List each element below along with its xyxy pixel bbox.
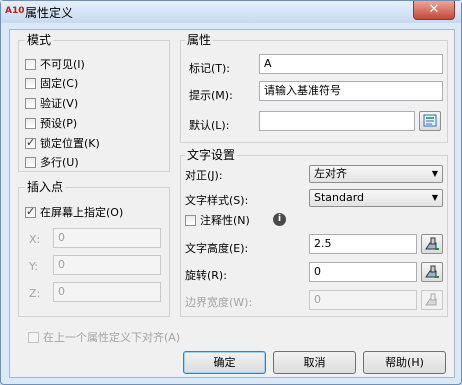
help-button[interactable]: 帮助(H)	[363, 351, 446, 374]
cancel-button[interactable]: 取消	[273, 351, 356, 374]
rotation-pick-button[interactable]	[421, 262, 443, 282]
prompt-label: 提示(M):	[189, 89, 233, 102]
y-input[interactable]: 0	[53, 255, 161, 275]
chevron-down-icon: ▼	[431, 193, 438, 202]
tag-label: 标记(T):	[189, 62, 231, 75]
preset-checkbox[interactable]	[25, 117, 36, 129]
pick-angle-icon	[425, 265, 439, 278]
pick-point-icon	[425, 237, 439, 250]
attribute-group-title: 属性	[185, 33, 214, 47]
insert-field-button[interactable]	[419, 111, 441, 131]
dialog-title: 属性定义	[25, 6, 74, 20]
checkbox-invisible[interactable]: 不可见(I)	[25, 57, 85, 71]
z-label: Z:	[29, 287, 41, 300]
checkbox-preset[interactable]: 预设(P)	[25, 116, 77, 130]
default-label: 默认(L):	[189, 119, 230, 132]
dialog-body: 模式 不可见(I) 固定(C) 验证(V) 预设(P) 锁定位置(K)	[9, 29, 455, 378]
text-style-value: Standard	[314, 191, 365, 204]
app-icon: A10	[5, 6, 25, 16]
close-icon: ✕	[428, 2, 440, 17]
align-below-label: 在上一个属性定义下对齐(A)	[43, 331, 181, 344]
mode-group-title: 模式	[25, 33, 54, 47]
boundary-width-label: 边界宽度(W):	[185, 296, 253, 309]
checkbox-lock-position[interactable]: 锁定位置(K)	[25, 136, 100, 150]
verify-label: 验证(V)	[40, 97, 79, 110]
text-height-pick-button[interactable]	[421, 234, 443, 254]
constant-label: 固定(C)	[40, 77, 79, 90]
checkbox-annotative[interactable]: 注释性(N)	[185, 213, 250, 227]
text-height-input[interactable]: 2.5	[309, 234, 417, 254]
dialog-window: A10 属性定义 ✕ 模式 不可见(I) 固定(C) 验证(V) 预设(P) ✓…	[0, 0, 462, 385]
align-below-checkbox[interactable]	[28, 331, 39, 343]
tag-input[interactable]: A	[259, 54, 443, 74]
multiline-checkbox[interactable]	[25, 156, 36, 168]
insert-point-group-title: 插入点	[25, 180, 66, 194]
mode-group: 模式 不可见(I) 固定(C) 验证(V) 预设(P) 锁定位置(K)	[18, 34, 170, 172]
checkbox-multiline[interactable]: 多行(U)	[25, 155, 79, 169]
text-height-label: 文字高度(E):	[185, 242, 249, 255]
specify-on-screen-label: 在屏幕上指定(O)	[40, 206, 124, 219]
ok-button[interactable]: 确定	[183, 351, 266, 374]
attribute-group: 属性 标记(T): A 提示(M): 请输入基准符号 默认(L):	[180, 34, 448, 143]
annotative-checkbox[interactable]	[185, 214, 196, 226]
annotative-label: 注释性(N)	[200, 214, 250, 227]
multiline-label: 多行(U)	[40, 156, 79, 169]
info-icon[interactable]: i	[273, 213, 286, 226]
invisible-label: 不可见(I)	[40, 58, 85, 71]
prompt-input[interactable]: 请输入基准符号	[259, 81, 443, 101]
lock-position-checkbox[interactable]	[25, 136, 36, 149]
rotation-input[interactable]: 0	[309, 262, 417, 282]
close-button[interactable]: ✕	[413, 1, 455, 20]
specify-on-screen-checkbox[interactable]	[25, 205, 36, 218]
x-label: X:	[29, 233, 41, 246]
default-input[interactable]	[259, 111, 415, 131]
z-input[interactable]: 0	[53, 282, 161, 302]
text-style-label: 文字样式(S):	[185, 194, 249, 207]
checkbox-constant[interactable]: 固定(C)	[25, 76, 78, 90]
checkbox-verify[interactable]: 验证(V)	[25, 96, 78, 110]
invisible-checkbox[interactable]	[25, 58, 36, 70]
preset-label: 预设(P)	[40, 117, 78, 130]
title-bar[interactable]: A10 属性定义 ✕	[1, 1, 461, 23]
checkbox-align-below[interactable]: 在上一个属性定义下对齐(A)	[28, 330, 180, 344]
boundary-width-input[interactable]: 0	[309, 290, 417, 310]
rotation-label: 旋转(R):	[185, 269, 227, 282]
checkbox-specify-on-screen[interactable]: 在屏幕上指定(O)	[25, 205, 123, 219]
justify-select[interactable]: 左对齐 ▼	[309, 165, 443, 183]
justify-value: 左对齐	[314, 167, 347, 180]
pick-width-icon	[425, 293, 437, 306]
verify-checkbox[interactable]	[25, 97, 36, 109]
chevron-down-icon: ▼	[431, 169, 438, 178]
constant-checkbox[interactable]	[25, 77, 36, 89]
text-settings-group: 文字设置 对正(J): 左对齐 ▼ 文字样式(S): Standard ▼ 注释…	[180, 149, 448, 317]
boundary-width-pick-button[interactable]	[421, 290, 443, 310]
lock-position-label: 锁定位置(K)	[40, 137, 100, 150]
insert-field-icon	[423, 114, 437, 127]
text-settings-group-title: 文字设置	[185, 148, 238, 162]
y-label: Y:	[29, 260, 38, 273]
insert-point-group: 插入点 在屏幕上指定(O) X: 0 Y: 0 Z: 0	[18, 181, 170, 317]
justify-label: 对正(J):	[185, 169, 223, 182]
x-input[interactable]: 0	[53, 228, 161, 248]
text-style-select[interactable]: Standard ▼	[309, 189, 443, 207]
